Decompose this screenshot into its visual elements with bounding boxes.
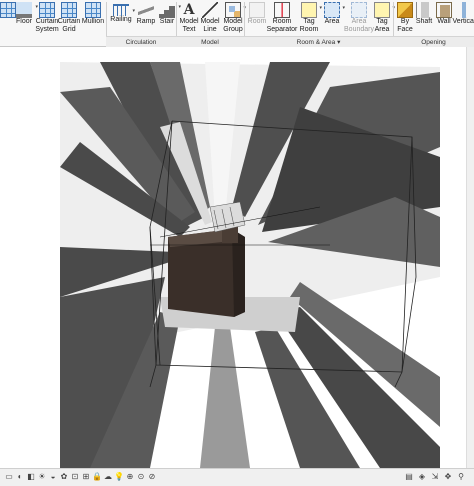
- view-scale-icon[interactable]: ▭: [4, 472, 14, 482]
- wall-button[interactable]: Wall: [435, 0, 453, 36]
- button-label: Room: [247, 18, 267, 25]
- button-label: Curtain Grid: [57, 18, 81, 33]
- railing-icon: ▾: [113, 4, 135, 16]
- panel-label-model[interactable]: Model: [176, 36, 244, 47]
- button-label: Curtain System: [35, 18, 59, 33]
- constraints-icon[interactable]: ⊘: [147, 472, 157, 482]
- room-button[interactable]: Room: [248, 0, 266, 36]
- by-face-icon: [397, 2, 413, 18]
- button-label: Floor: [16, 18, 32, 25]
- grid-button[interactable]: [0, 0, 16, 36]
- button-label: Ramp: [136, 18, 156, 25]
- tag-room-icon: ▾: [301, 2, 322, 18]
- ramp-button[interactable]: Ramp: [136, 0, 156, 36]
- design-options-icon[interactable]: ◈: [417, 472, 427, 482]
- area-boundary-button[interactable]: Area Boundary: [344, 0, 374, 36]
- render-icon[interactable]: ✿: [59, 472, 69, 482]
- selection-filter-icon[interactable]: ⇲: [430, 472, 440, 482]
- ribbon: ▾ Floor Curtain System Curtain Grid Mullion ▾…: [0, 0, 474, 47]
- shaft-icon: [416, 2, 432, 18]
- button-label: Room Separator: [266, 18, 298, 33]
- button-label: Area: [324, 18, 340, 25]
- button-label: Wall: [437, 18, 451, 25]
- stair-button[interactable]: ▾ Stair: [158, 0, 181, 36]
- dropdown-caret-icon[interactable]: ▾: [132, 8, 135, 14]
- dropdown-caret-icon[interactable]: ▾: [342, 5, 345, 11]
- button-label: Tag Area: [374, 18, 390, 33]
- show-crop-icon[interactable]: ⊞: [81, 472, 91, 482]
- vertical-button[interactable]: Vertical: [452, 0, 474, 36]
- view-control-bar: ▭ ◐ ◧ ☀ ◒ ✿ ⊡ ⊞ 🔒 ☁ 💡 ⊕ ⊙ ⊘ ▤ ◈ ⇲ ✥ ⚲: [0, 468, 474, 486]
- button-label: Tag Room: [299, 18, 319, 33]
- vertical-opening-icon: [456, 2, 472, 18]
- model-group-button[interactable]: ▾Model Group: [222, 0, 246, 36]
- curtain-system-icon: [39, 2, 55, 18]
- press-drag-icon[interactable]: ✥: [443, 472, 453, 482]
- model-text-icon: A: [183, 2, 195, 18]
- button-label: Mullion: [81, 18, 105, 25]
- stair-icon: ▾: [159, 2, 181, 18]
- vertical-scrollbar[interactable]: [466, 47, 474, 468]
- button-label: Vertical: [452, 18, 474, 25]
- panel-label-opening[interactable]: Opening: [393, 36, 474, 47]
- reveal-hidden-icon[interactable]: 💡: [114, 472, 124, 482]
- button-label: Shaft: [415, 18, 433, 25]
- tag-room-button[interactable]: ▾ Tag Room: [298, 0, 322, 36]
- shaft-button[interactable]: Shaft: [415, 0, 433, 36]
- shadow-plane: [200, 327, 250, 468]
- 3d-viewport[interactable]: [0, 47, 474, 468]
- area-icon: ▾: [324, 2, 345, 18]
- room-separator-icon: [274, 2, 290, 18]
- curtain-grid-icon: [61, 2, 77, 18]
- button-label: Stair: [159, 18, 175, 25]
- model-line-button[interactable]: Model Line: [200, 0, 220, 36]
- 3d-scene: [60, 62, 440, 468]
- panel-label-room-area[interactable]: Room & Area ▾: [244, 36, 393, 47]
- analytical-model-icon[interactable]: ⊕: [125, 472, 135, 482]
- by-face-button[interactable]: By Face: [397, 0, 413, 36]
- railing-button[interactable]: ▾ Railing: [110, 0, 135, 36]
- model-line-icon: [202, 2, 218, 18]
- button-label: Model Group: [223, 18, 243, 33]
- button-label: By Face: [397, 18, 413, 33]
- button-label: Model Line: [200, 18, 220, 33]
- worksets-icon[interactable]: ▤: [404, 472, 414, 482]
- curtain-grid-button[interactable]: Curtain Grid: [58, 0, 80, 36]
- filter-icon[interactable]: ⚲: [456, 472, 466, 482]
- shadows-icon[interactable]: ◒: [48, 472, 58, 482]
- mullion-icon: [85, 2, 101, 18]
- crop-icon[interactable]: ⊡: [70, 472, 80, 482]
- sun-path-icon[interactable]: ☀: [37, 472, 47, 482]
- room-icon: [249, 2, 265, 18]
- temporary-hide-icon[interactable]: ☁: [103, 472, 113, 482]
- button-label: Railing: [110, 16, 132, 23]
- room-separator-button[interactable]: Room Separator: [266, 0, 298, 36]
- lock-3d-icon[interactable]: 🔒: [92, 472, 102, 482]
- model-group-icon: ▾: [225, 2, 246, 18]
- wall-opening-icon: [436, 2, 452, 18]
- panel-label-circulation[interactable]: Circulation: [106, 36, 176, 47]
- mullion-button[interactable]: Mullion: [82, 0, 104, 36]
- button-label: Area Boundary: [344, 18, 374, 33]
- curtain-system-button[interactable]: Curtain System: [35, 0, 59, 36]
- area-button[interactable]: ▾ Area: [322, 0, 345, 36]
- area-boundary-icon: [351, 2, 367, 18]
- floor-icon: ▾: [16, 2, 38, 18]
- floor-button[interactable]: ▾ Floor: [14, 0, 38, 36]
- button-label: Model Text: [179, 18, 199, 33]
- ramp-icon: [138, 2, 154, 18]
- tag-area-button[interactable]: ▾Tag Area: [373, 0, 395, 36]
- model-text-button[interactable]: A Model Text: [179, 0, 199, 36]
- detail-level-icon[interactable]: ◐: [15, 472, 25, 482]
- tag-area-icon: ▾: [374, 2, 395, 18]
- visual-style-icon[interactable]: ◧: [26, 472, 36, 482]
- highlight-displacement-icon[interactable]: ⊙: [136, 472, 146, 482]
